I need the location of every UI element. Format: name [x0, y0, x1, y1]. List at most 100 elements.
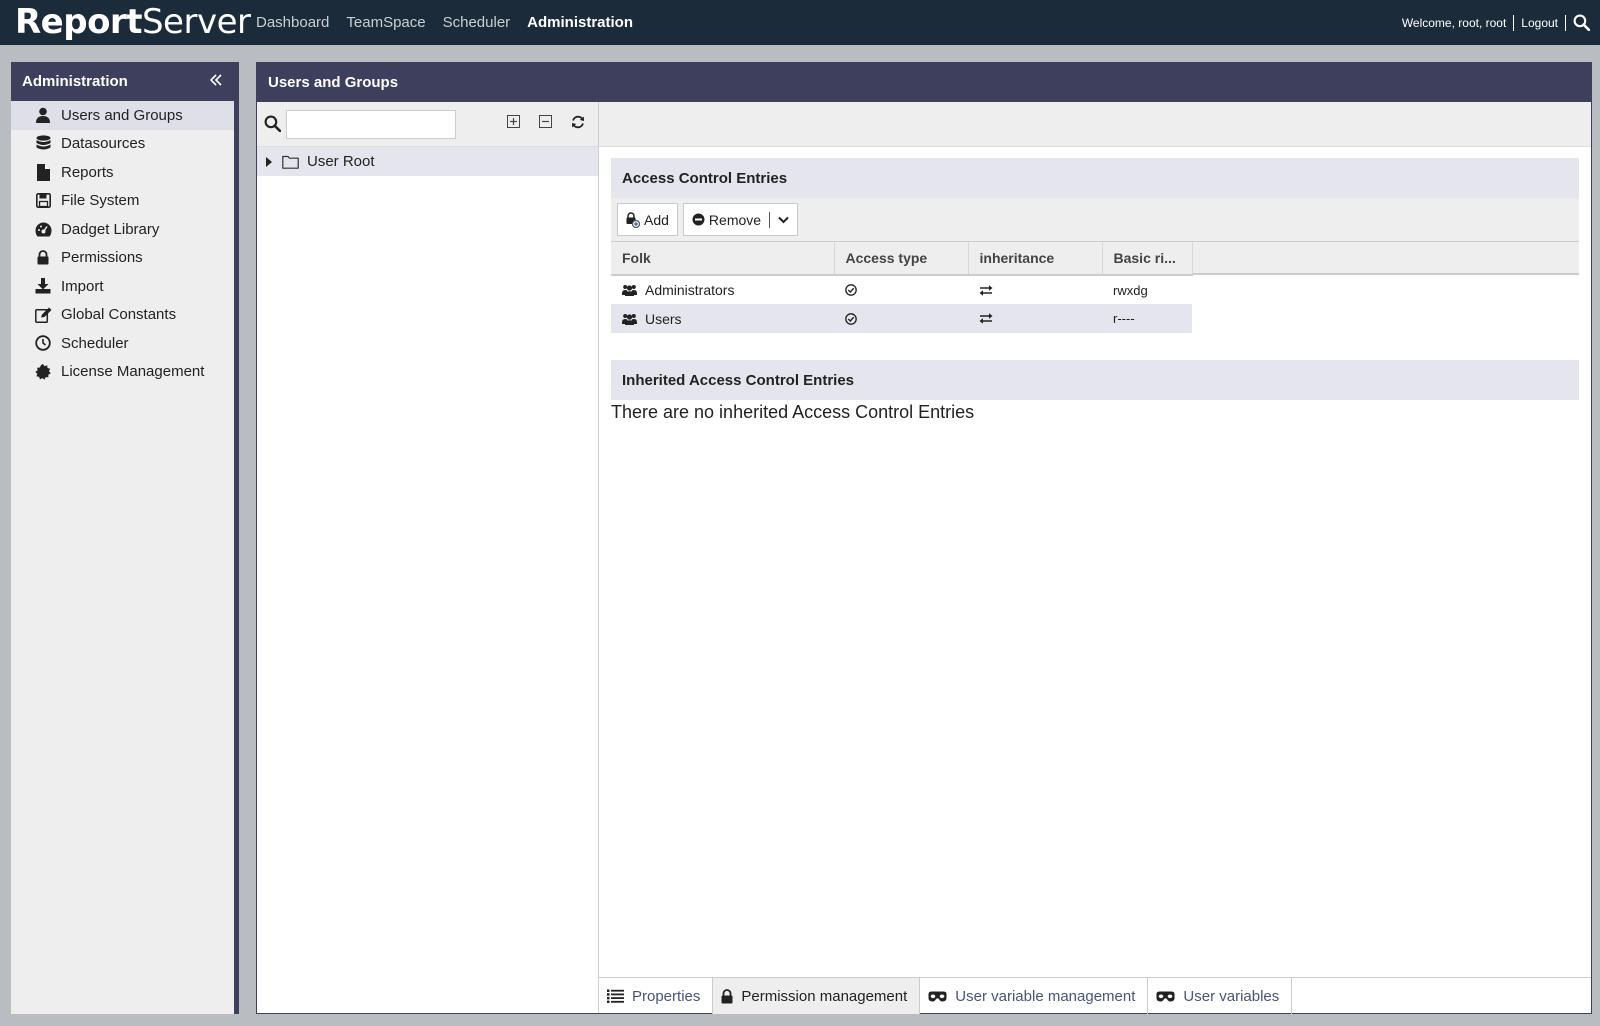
search-icon — [264, 115, 282, 137]
empty-message: There are no inherited Access Control En… — [611, 402, 975, 422]
tree-pane: User Root — [257, 102, 599, 1013]
column-header-folk[interactable]: Folk — [611, 242, 835, 276]
add-button[interactable]: Add — [617, 203, 678, 236]
nav-administration[interactable]: Administration — [527, 14, 633, 31]
ace-title: Access Control Entries — [611, 158, 1579, 198]
app-logo[interactable]: ReportServer — [15, 2, 251, 42]
tree-node-label: User Root — [307, 153, 375, 170]
list-icon — [607, 989, 624, 1003]
sidebar-item-import[interactable]: Import — [11, 272, 234, 301]
chevron-down-icon[interactable] — [778, 216, 789, 224]
minus-circle-icon — [692, 213, 705, 226]
sidebar-item-global-constants[interactable]: Global Constants — [11, 301, 234, 330]
sidebar-item-scheduler[interactable]: Scheduler — [11, 329, 234, 358]
expand-caret-icon[interactable] — [266, 156, 272, 167]
nav-dashboard[interactable]: Dashboard — [256, 14, 329, 31]
logout-link[interactable]: Logout — [1521, 16, 1558, 30]
column-header-basic-rights[interactable]: Basic ri... — [1102, 242, 1193, 276]
admin-sidebar: Administration Users and Groups Datasour… — [11, 62, 239, 1014]
inherited-ace-title: Inherited Access Control Entries — [611, 360, 1579, 400]
group-icon — [622, 284, 637, 296]
divider — [1565, 14, 1566, 31]
sidebar-item-label: Reports — [61, 163, 114, 181]
ace-table: Folk Access type inheritance Basic ri...… — [611, 242, 1193, 333]
expand-all-icon[interactable] — [507, 115, 523, 131]
tree-node-user-root[interactable]: User Root — [257, 147, 598, 176]
table-row[interactable]: Users r---- — [611, 304, 1192, 333]
sidebar-item-users-and-groups[interactable]: Users and Groups — [11, 101, 234, 130]
divider — [769, 211, 771, 228]
database-icon — [34, 135, 52, 153]
group-icon — [622, 313, 637, 325]
ace-section: Access Control Entries Add Remove Folk A… — [611, 158, 1579, 333]
collapse-icon[interactable] — [209, 71, 222, 91]
top-bar: ReportServer Dashboard TeamSpace Schedul… — [0, 0, 1600, 45]
check-circle-icon — [845, 312, 957, 325]
refresh-icon[interactable] — [571, 115, 587, 131]
sidebar-title: Administration — [22, 73, 128, 90]
column-header-inheritance[interactable]: inheritance — [968, 242, 1103, 276]
bottom-tabs: Properties Permission management User va… — [599, 977, 1591, 1014]
sidebar-item-permissions[interactable]: Permissions — [11, 244, 234, 273]
nav-teamspace[interactable]: TeamSpace — [346, 14, 425, 31]
tab-label: User variable management — [955, 987, 1136, 1005]
sidebar-item-datasources[interactable]: Datasources — [11, 130, 234, 159]
add-button-label: Add — [644, 211, 669, 228]
sidebar-item-file-system[interactable]: File System — [11, 187, 234, 216]
sidebar-item-label: Users and Groups — [61, 106, 183, 124]
user-box: Welcome, root, root Logout — [1402, 14, 1590, 31]
sidebar-item-dadget-library[interactable]: Dadget Library — [11, 215, 234, 244]
sidebar-item-label: File System — [61, 192, 140, 210]
tree-search-input[interactable] — [286, 110, 456, 139]
exchange-icon — [979, 284, 1091, 296]
tab-properties[interactable]: Properties — [599, 978, 714, 1014]
exchange-icon — [979, 313, 1091, 324]
mask-icon — [928, 991, 947, 1002]
folder-icon — [282, 155, 299, 169]
folk-name: Users — [645, 310, 682, 327]
basic-rights-value: r---- — [1102, 304, 1192, 333]
main-panel: Users and Groups User Root Access Contro… — [256, 62, 1592, 1014]
sidebar-item-license-management[interactable]: License Management — [11, 358, 234, 387]
column-header-access-type[interactable]: Access type — [834, 242, 969, 276]
tab-permission-management[interactable]: Permission management — [713, 978, 921, 1014]
dashboard-icon — [34, 220, 52, 238]
download-icon — [34, 277, 52, 295]
nav-scheduler[interactable]: Scheduler — [443, 14, 511, 31]
ace-grid: Folk Access type inheritance Basic ri...… — [611, 242, 1579, 333]
main-nav: Dashboard TeamSpace Scheduler Administra… — [256, 14, 633, 31]
sidebar-item-label: Permissions — [61, 249, 143, 267]
basic-rights-value: rwxdg — [1113, 282, 1148, 298]
sidebar-item-label: License Management — [61, 363, 205, 381]
collapse-all-icon[interactable] — [539, 115, 555, 131]
sidebar-item-label: Dadget Library — [61, 220, 160, 238]
search-icon[interactable] — [1573, 14, 1590, 31]
sidebar-item-label: Scheduler — [61, 334, 129, 352]
sidebar-item-label: Datasources — [61, 135, 146, 153]
tab-label: User variables — [1183, 987, 1280, 1005]
divider — [1513, 14, 1515, 31]
remove-button[interactable]: Remove — [682, 203, 799, 236]
tree-toolbar — [257, 102, 598, 147]
lock-add-icon — [626, 211, 640, 228]
tab-label: Properties — [632, 987, 701, 1005]
tab-user-variable-management[interactable]: User variable management — [920, 978, 1149, 1014]
file-icon — [34, 163, 52, 181]
floppy-icon — [34, 192, 52, 210]
sidebar-item-reports[interactable]: Reports — [11, 158, 234, 187]
inherited-ace-section: Inherited Access Control Entries There a… — [611, 360, 1579, 423]
main-panel-header: Users and Groups — [257, 63, 1591, 102]
column-header-filler — [1192, 242, 1579, 275]
clock-icon — [34, 334, 52, 352]
remove-button-label: Remove — [708, 211, 762, 228]
detail-toolbar — [599, 102, 1591, 147]
page-title: Users and Groups — [268, 74, 399, 91]
tab-user-variables[interactable]: User variables — [1148, 978, 1293, 1014]
table-row[interactable]: Administrators rwxdg — [611, 275, 1192, 304]
mask-icon — [1156, 991, 1175, 1002]
lock-icon — [34, 249, 52, 267]
sidebar-header: Administration — [11, 62, 234, 101]
tab-label: Permission management — [741, 987, 908, 1005]
folk-name: Administrators — [645, 282, 735, 298]
sidebar-item-label: Import — [61, 277, 104, 295]
